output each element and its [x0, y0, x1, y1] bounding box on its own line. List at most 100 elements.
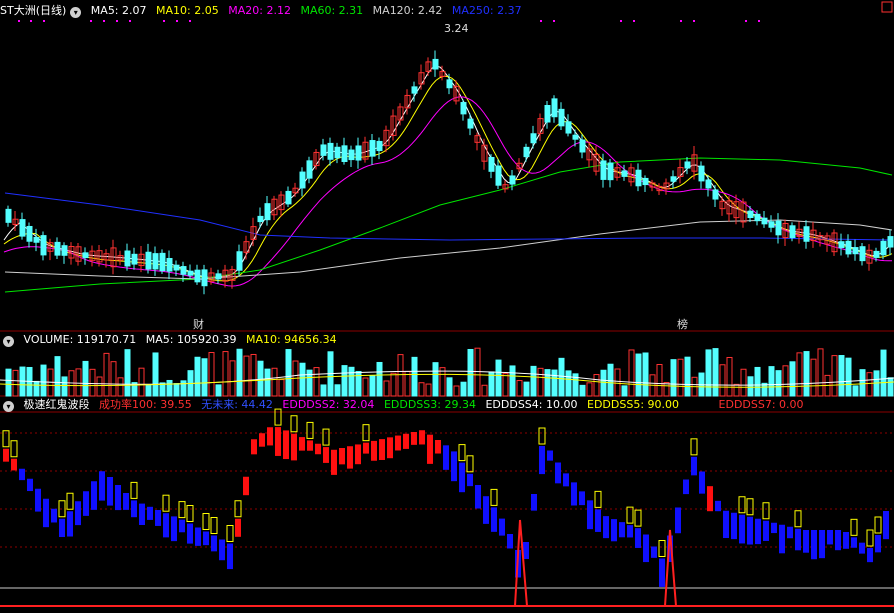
volume-bar [614, 368, 621, 397]
candle-body [887, 236, 894, 248]
chevron-down-icon[interactable]: ▾ [3, 336, 14, 347]
red-bar [275, 427, 281, 456]
volume-bar [502, 373, 509, 397]
red-bar [331, 449, 337, 475]
volume-bar [166, 379, 173, 397]
volume-bar [390, 372, 397, 397]
red-bar [387, 437, 393, 459]
blue-bar [99, 471, 105, 501]
volume-bar [215, 384, 222, 397]
volume-bar [432, 362, 439, 397]
blue-bar [739, 514, 745, 544]
red-bar [435, 440, 441, 454]
blue-bar [467, 473, 473, 487]
yellow-box [178, 501, 186, 519]
candle-body [698, 165, 705, 182]
blue-bar [819, 530, 825, 559]
blue-bar [603, 516, 609, 539]
edddss2: EDDDSS2: 32.04 [282, 398, 375, 411]
volume-bar [439, 367, 446, 397]
red-bar [707, 486, 713, 512]
volume-bar [628, 349, 635, 397]
volume-bar [880, 349, 887, 397]
red-bar [307, 440, 313, 451]
blue-bar [499, 518, 505, 536]
kline-chart[interactable] [0, 0, 894, 613]
blue-bar [683, 479, 689, 495]
candle-body [5, 208, 12, 223]
blue-bar [451, 451, 457, 482]
candle-body [635, 169, 642, 187]
red-bar [283, 430, 289, 460]
candle-body [467, 118, 474, 129]
volume-bar [362, 377, 369, 397]
top-dot [163, 20, 165, 22]
volume-bar [313, 367, 320, 397]
red-bar [243, 476, 249, 496]
price-header: ST大洲(日线) ▾ MA5: 2.07 MA10: 2.05 MA20: 2.1… [0, 3, 528, 19]
blue-bar [803, 530, 809, 553]
volume-bar [845, 357, 852, 397]
candle-body [369, 140, 376, 157]
volume-bar [278, 379, 285, 397]
blue-bar [795, 528, 801, 551]
volume-bar [803, 351, 810, 397]
volume-bar [418, 382, 425, 397]
volume-header: ▾ VOLUME: 119170.71 MA5: 105920.39 MA10:… [0, 332, 343, 348]
red-bar [411, 432, 417, 445]
yellow-box [538, 427, 546, 445]
volume-bar [810, 358, 817, 397]
blue-bar [723, 510, 729, 539]
volume-bar [369, 375, 376, 397]
volume-bar [523, 381, 530, 397]
volume-bar [775, 370, 782, 397]
no-future: 无未来: 44.42 [201, 398, 273, 411]
top-dot [745, 20, 747, 22]
red-bar [267, 427, 273, 446]
blue-bar [443, 445, 449, 470]
volume-bar [600, 369, 607, 397]
red-bar [3, 448, 9, 462]
candle-body [355, 145, 362, 161]
ma10-line [3, 75, 893, 282]
red-bar [323, 447, 329, 463]
blue-bar [139, 503, 145, 525]
blue-bar [547, 450, 553, 461]
volume-bar [138, 367, 145, 397]
stock-title: ST大洲(日线) [0, 4, 67, 17]
volume-bar [33, 380, 40, 397]
blue-bar [651, 546, 657, 558]
list-marker[interactable]: 榜 [677, 316, 688, 332]
volume-bar [159, 382, 166, 397]
candle-body [551, 98, 558, 118]
candle-body [341, 145, 348, 162]
blue-bar [27, 478, 33, 492]
finance-marker[interactable]: 财 [193, 316, 204, 332]
candle-body [432, 58, 439, 70]
top-dot [90, 20, 92, 22]
volume-bar [383, 380, 390, 397]
candle-body [215, 273, 222, 280]
yellow-box [658, 540, 666, 557]
chevron-down-icon[interactable]: ▾ [3, 401, 14, 412]
volume-bar [446, 377, 453, 397]
indicator-name: 极速红鬼波段 [23, 398, 90, 411]
volume-bar [453, 385, 460, 397]
volume-bar [831, 355, 838, 397]
candle-body [376, 140, 383, 152]
edddss4: EDDDSS4: 10.00 [485, 398, 578, 411]
edddss3: EDDDSS3: 29.34 [383, 398, 476, 411]
yellow-box [746, 498, 754, 516]
yellow-box [634, 509, 642, 527]
blue-bar [643, 534, 649, 563]
candle-body [523, 146, 530, 158]
volume-bar [747, 376, 754, 397]
candle-body [530, 133, 537, 144]
red-bar [355, 444, 361, 465]
chevron-down-icon[interactable]: ▾ [70, 7, 82, 18]
blue-bar [659, 558, 665, 587]
candle-body [194, 269, 201, 283]
candle-body [145, 251, 152, 270]
top-dot [693, 20, 695, 22]
volume-bar [481, 384, 488, 397]
